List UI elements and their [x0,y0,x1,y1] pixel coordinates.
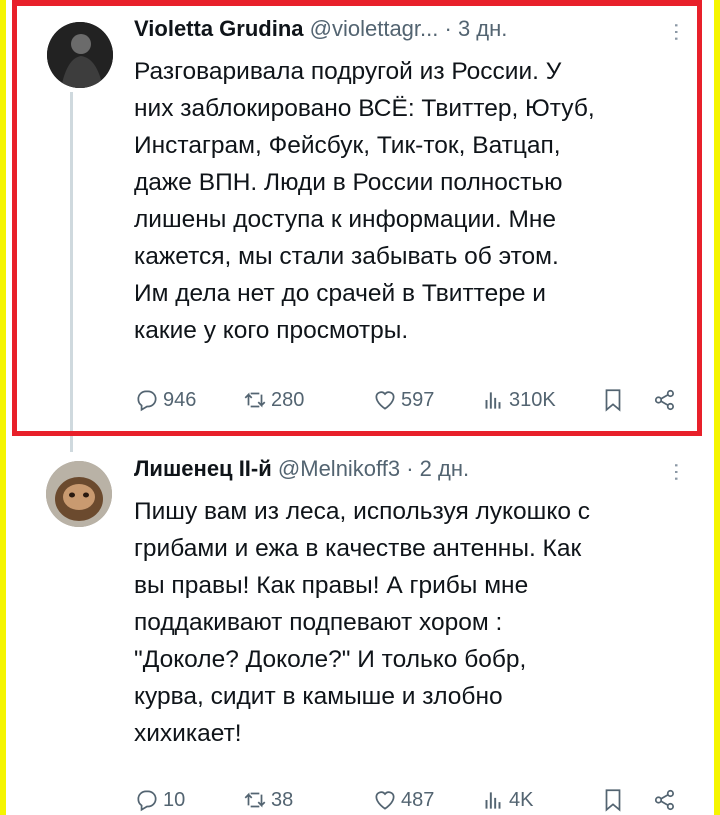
retweet-count: 38 [271,788,294,811]
text-line: хихикает! [134,720,242,747]
author-name[interactable]: Violetta Grudina [134,16,304,41]
retweet-button[interactable]: 38 [242,785,293,815]
tweet-actions: 10 38 487 4K [134,785,694,815]
share-icon [654,389,674,411]
retweet-button[interactable]: 280 [242,385,304,415]
text-line: грибами и ежа в качестве антенны. Как [134,535,582,562]
text-line: них заблокировано ВСЁ: Твиттер, Ютуб, [134,95,595,122]
text-line: даже ВПН. Люди в России полностью [134,169,563,196]
tweet-time[interactable]: · 3 дн. [445,16,508,41]
views-count: 310K [509,388,556,411]
text-line: курва, сидит в камыше и злобно [134,683,503,710]
text-line: "Доколе? Доколе?" И только бобр, [134,646,527,673]
text-line: Пишу вам из леса, используя лукошко с [134,498,591,525]
author-handle[interactable]: @violettagr... [310,16,439,41]
share-button[interactable] [652,785,678,815]
like-count: 487 [401,788,435,811]
more-options-icon[interactable]: ⋯ [664,462,688,481]
share-button[interactable] [652,385,678,415]
bookmark-button[interactable] [600,385,626,415]
reply-icon [137,790,157,812]
reply-count: 10 [163,788,186,811]
text-line: какие у кого просмотры. [134,317,409,344]
reply-count: 946 [163,388,197,411]
bookmark-button[interactable] [600,785,626,815]
reply-icon [137,390,157,412]
thread-line [70,92,73,452]
avatar[interactable] [47,22,113,88]
avatar[interactable] [46,461,112,527]
reply-button[interactable]: 10 [134,785,185,815]
retweet-icon [244,792,266,808]
tweet-header: Violetta Grudina @violettagr... · 3 дн. [134,16,507,42]
views-icon [485,792,501,809]
author-name[interactable]: Лишенец II-й [134,456,272,481]
views-count: 4K [509,788,534,811]
tweet-text: Разговаривала подругой из России. У них … [134,53,694,349]
tweet-text: Пишу вам из леса, используя лукошко с гр… [134,493,694,752]
text-line: вы правы! Как правы! А грибы мне [134,572,529,599]
like-button[interactable]: 487 [372,785,434,815]
like-button[interactable]: 597 [372,385,434,415]
text-line: лишены доступа к информации. Мне [134,206,557,233]
tweet-card: Violetta Grudina @violettagr... · 3 дн. … [6,0,714,815]
views-button[interactable]: 4K [480,785,533,815]
views-button[interactable]: 310K [480,385,556,415]
text-line: кажется, мы стали забывать об этом. [134,243,559,270]
like-count: 597 [401,388,435,411]
text-line: Инстаграм, Фейсбук, Тик-ток, Ватцап, [134,132,561,159]
author-handle[interactable]: @Melnikoff3 [278,456,400,481]
retweet-icon [244,392,266,408]
share-icon [654,789,674,811]
tweet-time[interactable]: · 2 дн. [406,456,469,481]
tweet-header: Лишенец II-й @Melnikoff3 · 2 дн. [134,456,469,482]
views-icon [485,392,501,409]
more-options-icon[interactable]: ⋯ [664,22,688,41]
retweet-count: 280 [271,388,305,411]
heart-icon [375,391,395,410]
tweet-actions: 946 280 597 310K [134,385,694,415]
bookmark-icon [605,389,621,412]
heart-icon [375,791,395,810]
text-line: Разговаривала подругой из России. У [134,58,562,85]
bookmark-icon [605,789,621,812]
text-line: поддакивают подпевают хором : [134,609,503,636]
reply-button[interactable]: 946 [134,385,196,415]
text-line: Им дела нет до срачей в Твиттере и [134,280,546,307]
